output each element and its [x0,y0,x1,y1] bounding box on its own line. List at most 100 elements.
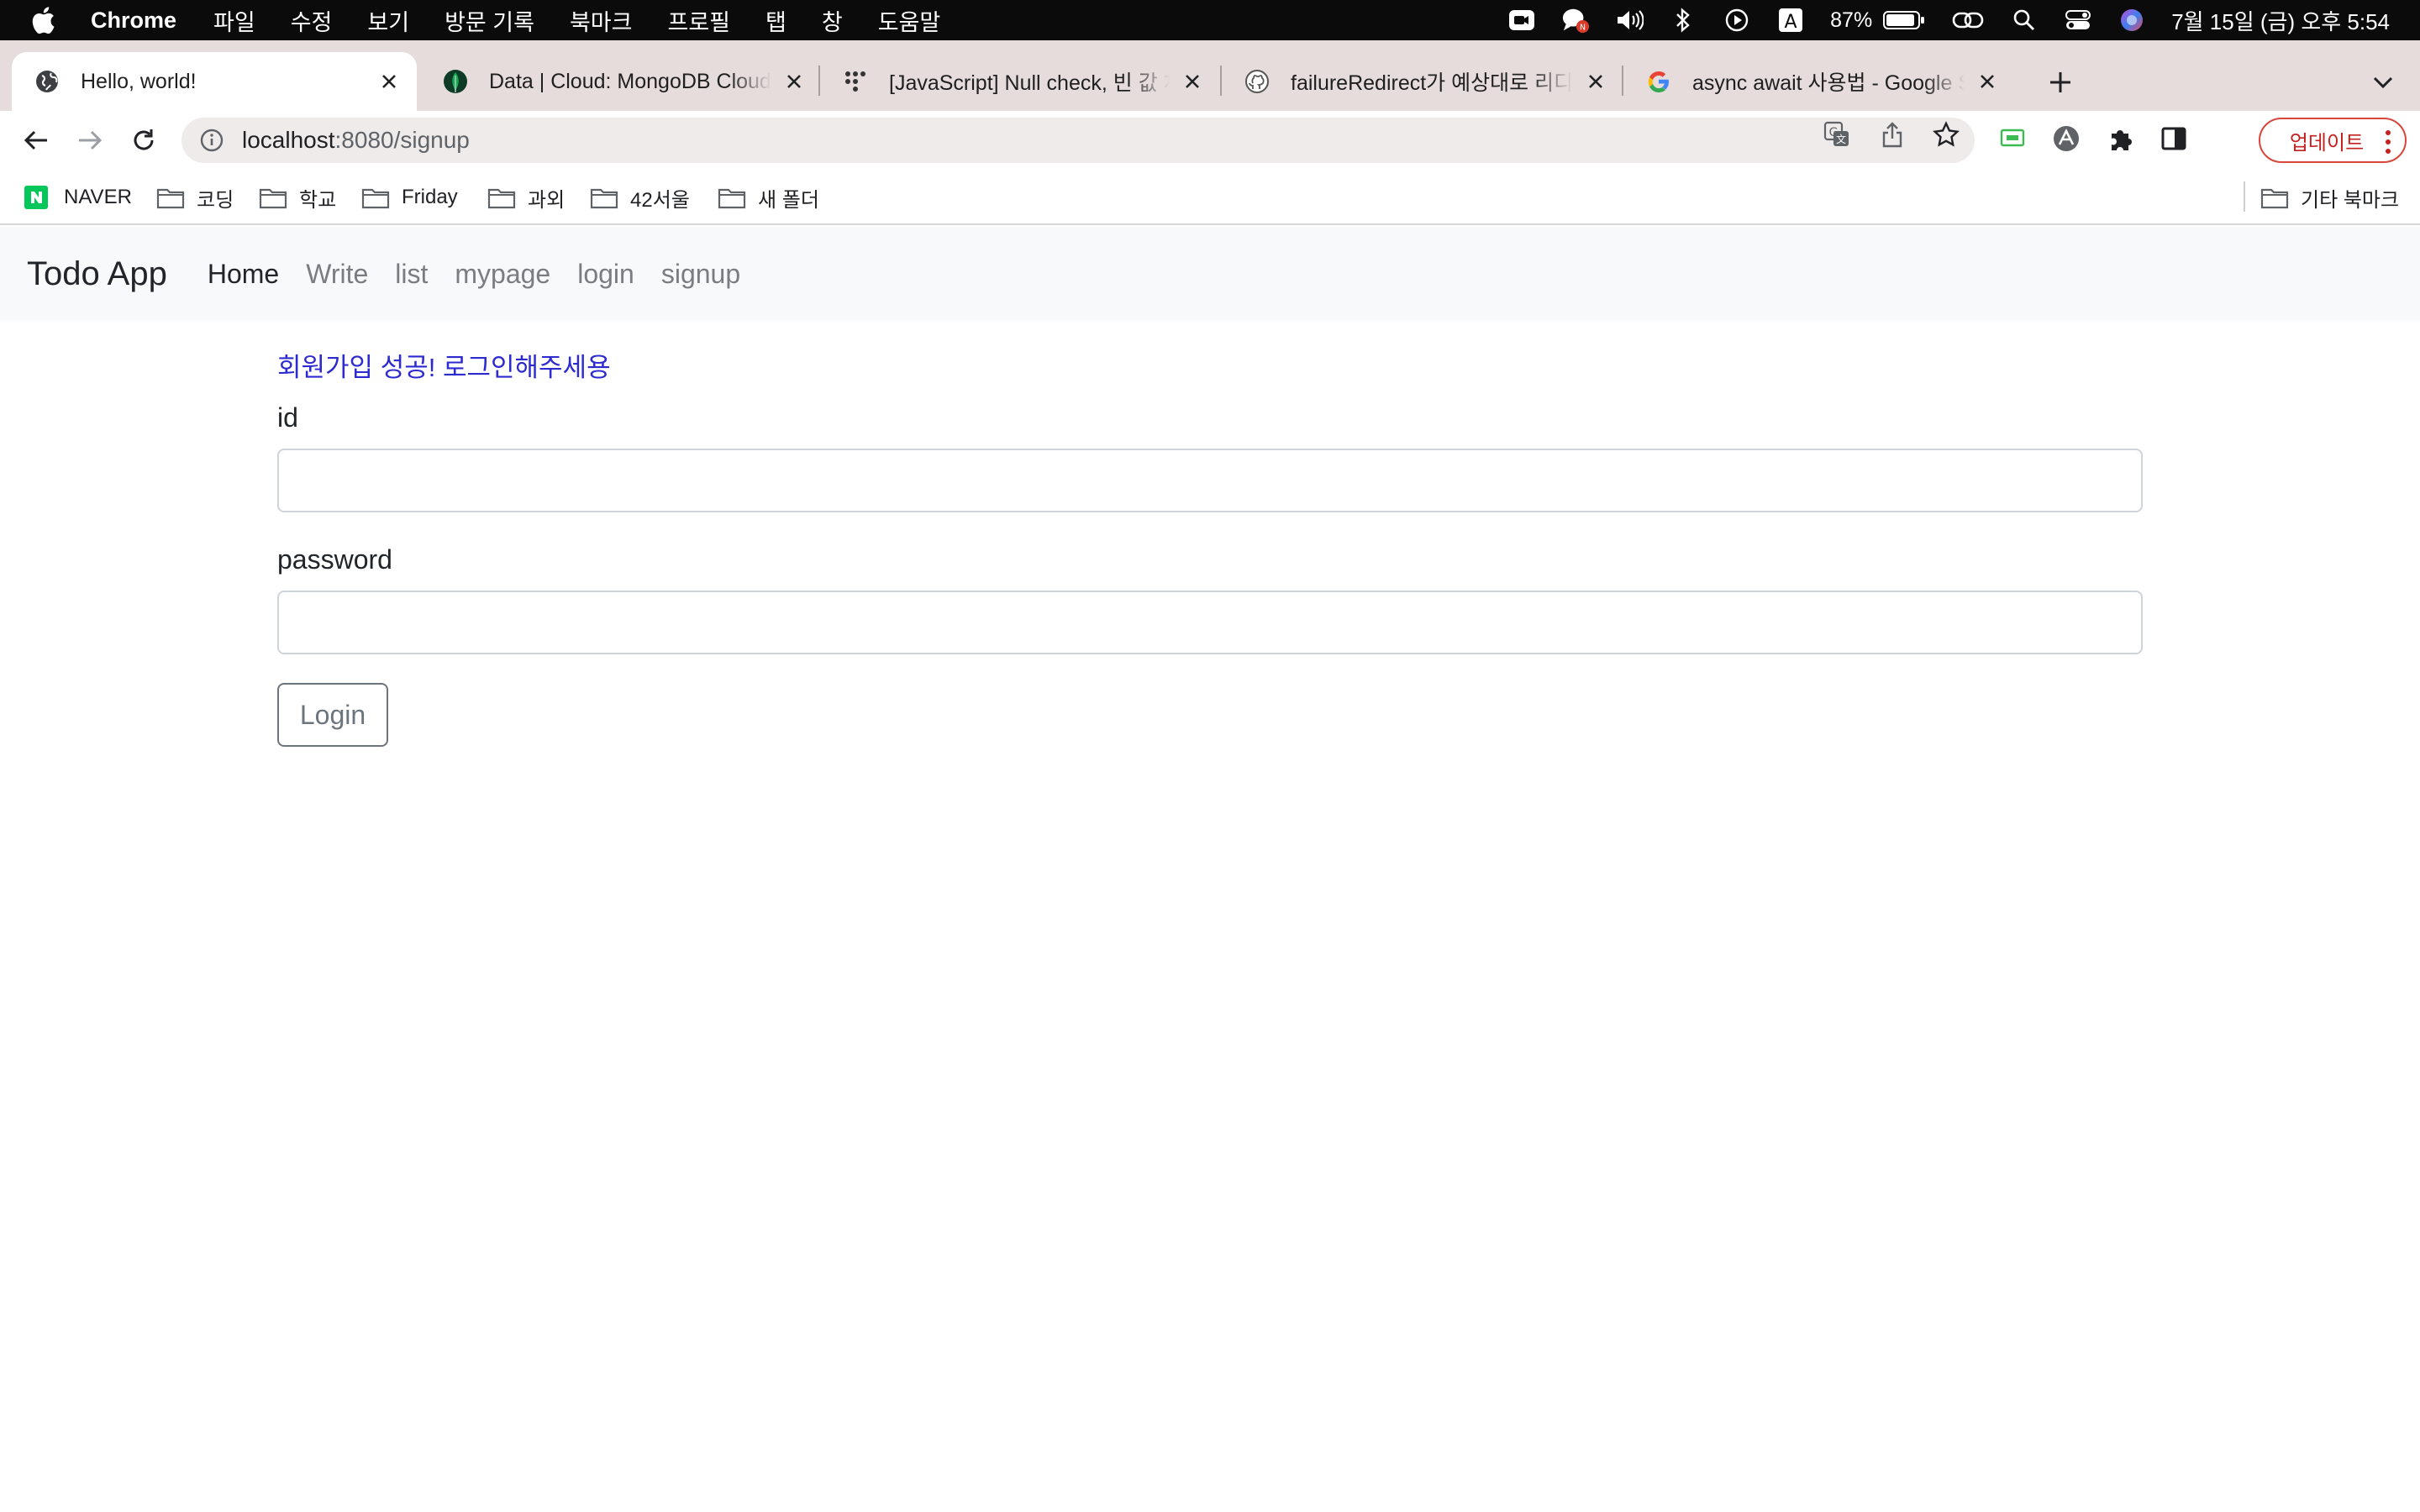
siri-icon[interactable] [2118,6,2146,34]
menu-view[interactable]: 보기 [367,4,409,37]
extensions-puzzle-icon[interactable] [2104,123,2136,155]
folder-icon [487,185,516,210]
bookmark-label: Friday [402,186,458,208]
site-info-icon[interactable] [200,128,225,153]
folder-icon [590,185,618,210]
folder-icon [361,185,390,210]
bookmark-label: 기타 북마크 [2301,188,2400,212]
forward-arrow-icon[interactable] [71,121,109,160]
battery-icon[interactable] [1882,6,1926,34]
nav-login[interactable]: login [577,259,634,290]
play-icon[interactable] [1723,6,1751,34]
volume-icon[interactable] [1615,6,1644,34]
password-input[interactable] [277,591,2143,654]
menu-profile[interactable]: 프로필 [667,4,730,37]
mongodb-leaf-icon [442,68,469,95]
side-panel-icon[interactable] [2158,123,2190,155]
bookmark-label: 42서울 [630,188,690,212]
bookmark-label: 코딩 [197,188,234,212]
password-label: password [277,544,392,575]
kebab-menu-icon[interactable] [2385,129,2391,158]
bookmark-folder-42seoul[interactable]: 42서울 [590,183,690,212]
menu-edit[interactable]: 수정 [291,4,333,37]
url-path: :8080/signup [334,127,470,153]
extension-circle-icon[interactable] [2050,123,2082,155]
control-center-icon[interactable] [2064,6,2092,34]
bookmark-label: 학교 [299,188,337,212]
menu-tab[interactable]: 탭 [765,4,786,37]
bookmark-star-icon[interactable] [1933,121,1960,148]
bookmark-folder-new[interactable]: 새 폴더 [718,183,819,212]
bookmark-folder-other[interactable]: 기타 북마크 [2260,183,2399,212]
input-source-icon[interactable]: A [1776,6,1805,34]
menu-help[interactable]: 도움말 [878,4,941,37]
tab-title: Hello, world! [81,69,197,93]
chat-icon[interactable]: N [1561,6,1590,34]
login-form: 회원가입 성공! 로그인해주세용 id password Login [277,321,2143,747]
share-icon[interactable] [1879,121,1906,148]
id-label: id [277,402,298,433]
tab-mongodb[interactable]: Data | Cloud: MongoDB Cloud [420,52,822,111]
globe-icon [34,68,60,95]
signup-success-message: 회원가입 성공! 로그인해주세용 [277,353,611,382]
close-tab-icon[interactable] [376,69,402,94]
url-host: localhost [242,127,335,153]
bookmark-naver[interactable]: NAVER [24,183,132,212]
address-bar[interactable]: localhost:8080/signup [182,118,1975,163]
close-tab-icon[interactable] [1975,69,2000,94]
app-name-menu[interactable]: Chrome [91,8,176,34]
google-icon [1645,68,1672,95]
close-tab-icon[interactable] [1180,69,1205,94]
tab-failure-redirect[interactable]: failureRedirect가 예상대로 리디렉트 [1222,52,1623,111]
update-button[interactable]: 업데이트 [2259,118,2407,163]
nav-list[interactable]: list [395,259,428,290]
svg-text:文: 文 [1836,133,1846,145]
apple-menu-icon[interactable] [30,6,57,34]
nav-signup[interactable]: signup [661,259,740,290]
menubar-clock[interactable]: 7월 15일 (금) 오후 5:54 [2171,5,2390,36]
link-icon[interactable] [1951,6,1985,34]
folder-icon [156,185,185,210]
back-arrow-icon[interactable] [17,121,55,160]
tab-google-search[interactable]: async await 사용법 - Google Search [1623,52,2015,111]
menu-bookmarks[interactable]: 북마크 [570,4,633,37]
tab-javascript-null-check[interactable]: [JavaScript] Null check, 빈 값 체크 [820,52,1220,111]
nav-home[interactable]: Home [208,259,279,290]
tab-title: [JavaScript] Null check, 빈 값 체크 [889,71,1170,95]
bookmark-label: 새 폴더 [758,188,819,212]
camera-icon[interactable] [1507,6,1536,34]
menu-history[interactable]: 방문 기록 [445,4,534,37]
svg-text:A: A [1785,12,1797,33]
screen-cast-extension-icon[interactable] [1996,123,2028,155]
bookmark-folder-coding[interactable]: 코딩 [156,183,234,212]
bookmark-folder-friday[interactable]: Friday [361,183,458,212]
nav-mypage[interactable]: mypage [455,259,550,290]
tab-search-chevron-down-icon[interactable] [2368,67,2398,97]
search-icon[interactable] [2010,6,2039,34]
github-icon [1244,68,1270,95]
browser-toolbar: localhost:8080/signup G文 업데이트 [0,111,2420,170]
site-navbar: Todo App Home Write list mypage login si… [0,227,2420,321]
reload-icon[interactable] [124,121,163,160]
id-input[interactable] [277,449,2143,512]
svg-text:N: N [1580,23,1586,32]
menu-file[interactable]: 파일 [213,4,255,37]
login-button[interactable]: Login [277,683,388,747]
url-text[interactable]: localhost:8080/signup [242,127,470,154]
translate-icon[interactable]: G文 [1823,121,1850,148]
brand-link[interactable]: Todo App [27,255,167,293]
bookmark-folder-school[interactable]: 학교 [259,183,336,212]
bluetooth-icon[interactable] [1669,6,1697,34]
folder-icon [2260,185,2289,210]
tab-hello-world[interactable]: Hello, world! [12,52,417,111]
update-button-label: 업데이트 [2289,131,2365,155]
bookmarks-separator [2244,181,2245,212]
close-tab-icon[interactable] [781,69,807,94]
battery-percent: 87% [1830,8,1873,32]
nav-write[interactable]: Write [306,259,368,290]
tab-title: failureRedirect가 예상대로 리디렉트 [1291,71,1573,95]
new-tab-icon[interactable] [2044,66,2077,99]
close-tab-icon[interactable] [1583,69,1608,94]
bookmark-folder-tutoring[interactable]: 과외 [487,183,565,212]
menu-window[interactable]: 창 [822,4,843,37]
